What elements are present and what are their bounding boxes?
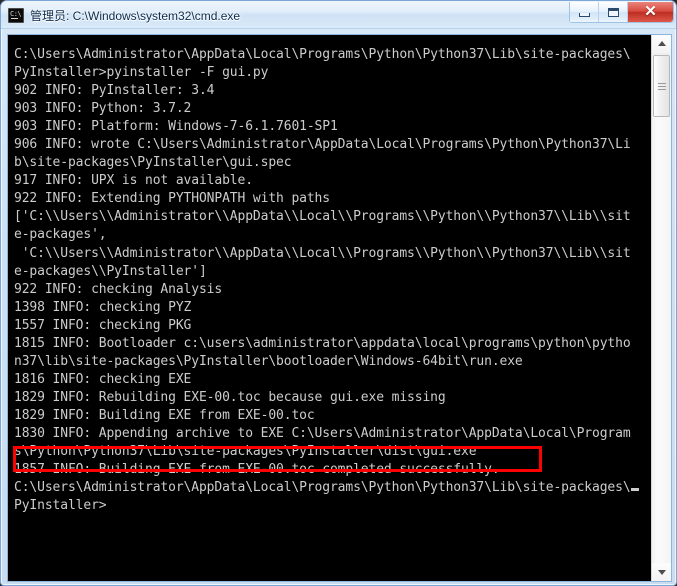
console-line: 1857 INFO: Building EXE from EXE-00.toc … — [14, 462, 500, 478]
console-line: ['C:\\Users\\Administrator\\AppData\\Loc… — [14, 209, 631, 225]
console-line: 917 INFO: UPX is not available. — [14, 173, 253, 189]
console-line: 'C:\\Users\\Administrator\\AppData\\Loca… — [14, 245, 631, 261]
console-line: 1829 INFO: Rebuilding EXE-00.toc because… — [14, 389, 446, 405]
console-line: 1830 INFO: Appending archive to EXE C:\U… — [14, 425, 631, 441]
console-line: 922 INFO: checking Analysis — [14, 281, 223, 297]
console-line: b\site-packages\PyInstaller\gui.spec — [14, 155, 292, 171]
caption-buttons: ✕ — [569, 2, 674, 23]
console-line: 902 INFO: PyInstaller: 3.4 — [14, 83, 215, 99]
console-line: 906 INFO: wrote C:\Users\Administrator\A… — [14, 137, 631, 153]
console-line: 903 INFO: Python: 3.7.2 — [14, 101, 192, 117]
console-line: 922 INFO: Extending PYTHONPATH with path… — [14, 191, 330, 207]
text-cursor — [630, 488, 639, 492]
console-line: 1557 INFO: checking PKG — [14, 317, 192, 333]
scroll-thumb[interactable] — [653, 55, 670, 117]
maximize-button[interactable] — [599, 2, 628, 22]
console-client-area[interactable]: C:\Users\Administrator\AppData\Local\Pro… — [7, 34, 672, 582]
console-window: 管理员: C:\Windows\system32\cmd.exe ✕ C:\Us… — [0, 0, 677, 586]
console-line: PyInstaller>pyinstaller -F gui.py — [14, 65, 269, 81]
title-bar[interactable]: 管理员: C:\Windows\system32\cmd.exe ✕ — [1, 1, 676, 29]
chevron-down-icon — [658, 570, 666, 575]
scroll-down-arrow[interactable] — [652, 563, 671, 581]
title-bar-left: 管理员: C:\Windows\system32\cmd.exe — [8, 5, 240, 25]
console-line: C:\Users\Administrator\AppData\Local\Pro… — [14, 479, 652, 497]
chevron-up-icon — [658, 41, 666, 46]
vertical-scrollbar[interactable] — [651, 35, 671, 581]
grip-icon — [658, 83, 666, 90]
cmd-icon — [8, 7, 24, 23]
console-line: 1815 INFO: Bootloader c:\users\administr… — [14, 335, 631, 351]
minimize-icon — [579, 13, 590, 17]
console-line: C:\Users\Administrator\AppData\Local\Pro… — [14, 47, 631, 62]
console-line: e-packages', — [14, 227, 107, 243]
console-line: 1398 INFO: checking PYZ — [14, 299, 192, 315]
minimize-button[interactable] — [570, 2, 599, 22]
console-line: 1816 INFO: checking EXE — [14, 371, 192, 387]
window-title: 管理员: C:\Windows\system32\cmd.exe — [30, 8, 241, 23]
console-line: 1829 INFO: Building EXE from EXE-00.toc — [14, 407, 315, 423]
console-output: C:\Users\Administrator\AppData\Local\Pro… — [8, 35, 652, 581]
scroll-up-arrow[interactable] — [652, 35, 671, 53]
console-line: PyInstaller> — [14, 498, 107, 514]
console-line: e-packages\\PyInstaller'] — [14, 263, 207, 279]
close-button[interactable]: ✕ — [628, 2, 673, 22]
maximize-icon — [608, 8, 619, 17]
console-line: n37\lib\site-packages\PyInstaller\bootlo… — [14, 353, 523, 369]
console-line: 903 INFO: Platform: Windows-7-6.1.7601-S… — [14, 119, 338, 135]
close-icon: ✕ — [644, 3, 657, 20]
console-line: s\Python\Python37\Lib\site-packages\PyIn… — [14, 444, 477, 460]
